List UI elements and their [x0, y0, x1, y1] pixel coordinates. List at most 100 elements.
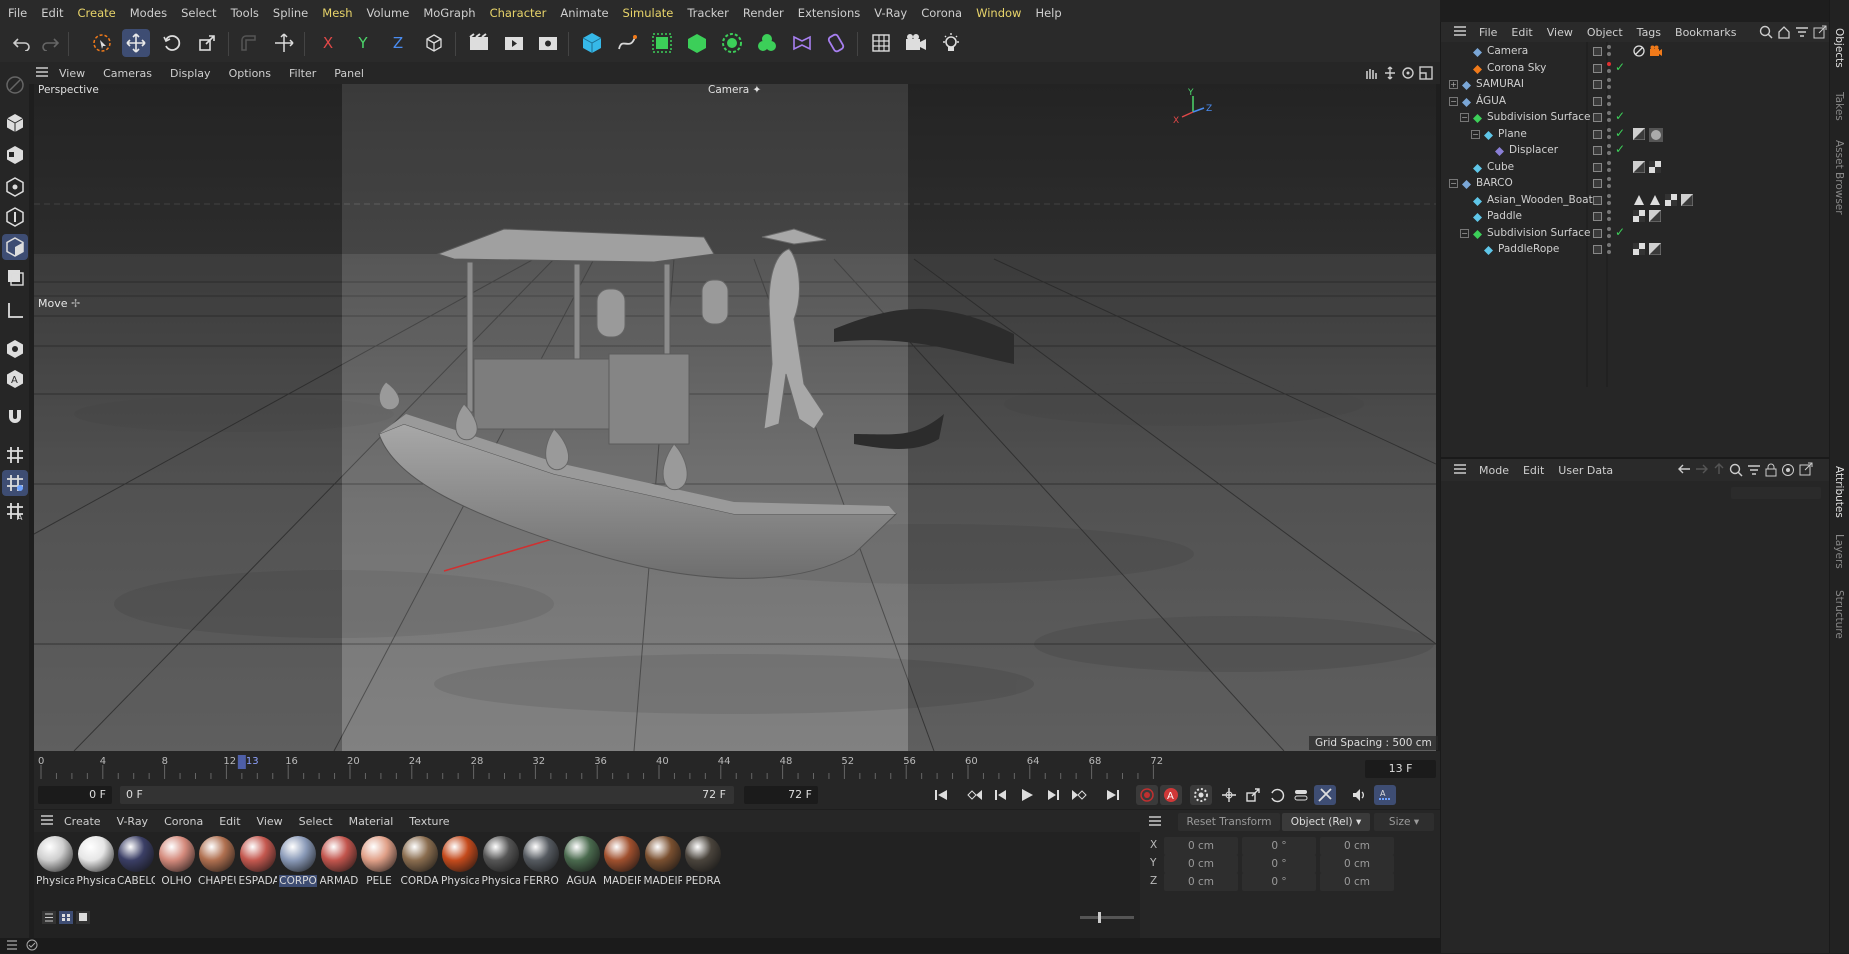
visibility-dot-top[interactable]	[1607, 210, 1611, 214]
visibility-dot-top[interactable]	[1607, 177, 1611, 181]
viewport-menu-panel[interactable]: Panel	[334, 67, 364, 80]
target-icon[interactable]	[1781, 463, 1795, 480]
rotation-field[interactable]: 0 °	[1242, 837, 1316, 855]
layer-toggle-icon[interactable]	[1593, 113, 1602, 122]
visibility-dot-bottom[interactable]	[1607, 118, 1611, 122]
material-swatch[interactable]: ARMADI	[320, 836, 358, 892]
grid-axis-icon[interactable]: A	[2, 498, 28, 524]
key-param-icon[interactable]	[1290, 785, 1312, 805]
live-selection-icon[interactable]	[88, 29, 116, 57]
new-window-icon[interactable]	[1799, 462, 1813, 479]
extrude-icon[interactable]	[683, 29, 711, 57]
object-menu-tags[interactable]: Tags	[1637, 26, 1661, 39]
cube-icon[interactable]	[578, 29, 606, 57]
current-frame-field[interactable]: 13 F	[1365, 760, 1436, 778]
object-menu-edit[interactable]: Edit	[1511, 26, 1532, 39]
back-arrow-icon[interactable]	[1677, 463, 1691, 478]
visibility-dot-top[interactable]	[1607, 45, 1611, 49]
collapse-icon[interactable]: −	[1460, 228, 1469, 238]
material-swatch[interactable]: ESPADA	[239, 836, 277, 892]
side-tab-takes[interactable]: Takes	[1833, 92, 1845, 121]
tag-texture-icon[interactable]	[1648, 242, 1662, 256]
tag-texture-icon[interactable]	[1632, 127, 1646, 140]
layer-toggle-icon[interactable]	[1593, 129, 1602, 139]
tag-checker-icon[interactable]	[1665, 193, 1677, 206]
material-swatch[interactable]: Physical.	[36, 836, 74, 892]
autokey-icon[interactable]: A	[1160, 785, 1182, 805]
go-to-end-icon[interactable]	[1102, 785, 1124, 805]
menu-tools[interactable]: Tools	[231, 6, 259, 20]
menu-mesh[interactable]: Mesh	[322, 6, 352, 20]
playhead[interactable]	[237, 755, 246, 769]
search-icon[interactable]	[1729, 463, 1743, 480]
attribute-menu-edit[interactable]: Edit	[1523, 464, 1544, 477]
side-tab-structure[interactable]: Structure	[1833, 590, 1845, 639]
end-frame-field[interactable]: 72 F	[744, 786, 818, 804]
material-menu-create[interactable]: Create	[64, 815, 101, 828]
visibility-dot-top[interactable]	[1607, 78, 1611, 82]
tag-camera-icon[interactable]	[1649, 45, 1662, 57]
menu-window[interactable]: Window	[976, 6, 1021, 20]
position-field[interactable]: 0 cm	[1164, 837, 1238, 855]
material-swatch[interactable]: CORDA	[401, 836, 439, 892]
visibility-dot-top[interactable]	[1607, 94, 1611, 99]
side-tab-attributes[interactable]: Attributes	[1833, 466, 1845, 518]
material-swatch[interactable]: Physical.	[77, 836, 115, 892]
x-axis-icon[interactable]: X	[314, 29, 342, 57]
menu-create[interactable]: Create	[78, 6, 116, 20]
position-field[interactable]: 0 cm	[1164, 855, 1238, 873]
menu-select[interactable]: Select	[181, 6, 216, 20]
large-view-icon[interactable]	[76, 911, 90, 924]
material-swatch[interactable]: CABELO	[117, 836, 155, 892]
filter-icon[interactable]	[1795, 25, 1809, 42]
object-menu-file[interactable]: File	[1479, 26, 1497, 39]
visibility-dot-bottom[interactable]	[1607, 250, 1611, 254]
solo-icon[interactable]	[2, 336, 28, 362]
layer-toggle-icon[interactable]	[1593, 162, 1602, 172]
coordinates-menu-icon[interactable]	[1148, 816, 1162, 829]
viewport-camera-label[interactable]: Perspective	[38, 84, 99, 96]
visibility-dot-bottom[interactable]	[1607, 217, 1611, 221]
new-window-icon[interactable]	[1813, 25, 1827, 42]
texture-mode-icon[interactable]	[2, 142, 28, 168]
material-menu-texture[interactable]: Texture	[409, 815, 449, 828]
visibility-dot-bottom[interactable]	[1607, 101, 1611, 106]
key-position-icon[interactable]	[1218, 785, 1240, 805]
visibility-dot-top[interactable]	[1607, 193, 1611, 198]
visibility-dot-bottom[interactable]	[1607, 134, 1611, 139]
material-menu-view[interactable]: View	[257, 815, 283, 828]
z-axis-icon[interactable]: Z	[384, 29, 412, 57]
menu-animate[interactable]: Animate	[560, 6, 608, 20]
rotation-field[interactable]: 0 °	[1242, 855, 1316, 873]
slider-handle[interactable]	[1098, 912, 1101, 923]
magnet-icon[interactable]	[2, 404, 28, 430]
collapse-icon[interactable]: −	[1460, 113, 1469, 122]
reset-transform-button[interactable]: Reset Transform	[1178, 813, 1280, 831]
material-swatch[interactable]: PEDRA	[684, 836, 722, 892]
menu-extensions[interactable]: Extensions	[798, 6, 860, 20]
visibility-dot-top[interactable]	[1607, 111, 1611, 115]
attribute-menu-user-data[interactable]: User Data	[1558, 464, 1613, 477]
material-menu-icon[interactable]	[40, 814, 54, 828]
viewport-menu-options[interactable]: Options	[229, 67, 271, 80]
grid-view-icon[interactable]	[59, 911, 73, 924]
visibility-dot-top[interactable]	[1607, 226, 1611, 231]
viewport-menu-filter[interactable]: Filter	[289, 67, 316, 80]
render-picture-viewer-icon[interactable]	[500, 29, 528, 57]
next-key-icon[interactable]	[1068, 785, 1090, 805]
menu-render[interactable]: Render	[743, 6, 784, 20]
material-menu-v-ray[interactable]: V-Ray	[117, 815, 149, 828]
attribute-menu-icon[interactable]	[1453, 463, 1467, 477]
camera-icon[interactable]	[902, 29, 930, 57]
uv-mode-icon[interactable]	[2, 264, 28, 290]
attribute-menu-mode[interactable]: Mode	[1479, 464, 1509, 477]
material-size-slider[interactable]	[1080, 912, 1134, 923]
layer-toggle-icon[interactable]	[1593, 47, 1602, 56]
object-menu-view[interactable]: View	[1547, 26, 1573, 39]
object-menu-icon[interactable]	[1453, 25, 1467, 39]
object-menu-bookmarks[interactable]: Bookmarks	[1675, 26, 1736, 39]
model-mode-icon[interactable]	[2, 72, 28, 98]
material-swatch[interactable]: CORPO	[279, 836, 317, 892]
snap-icon[interactable]	[234, 29, 262, 57]
menu-v-ray[interactable]: V-Ray	[874, 6, 907, 20]
